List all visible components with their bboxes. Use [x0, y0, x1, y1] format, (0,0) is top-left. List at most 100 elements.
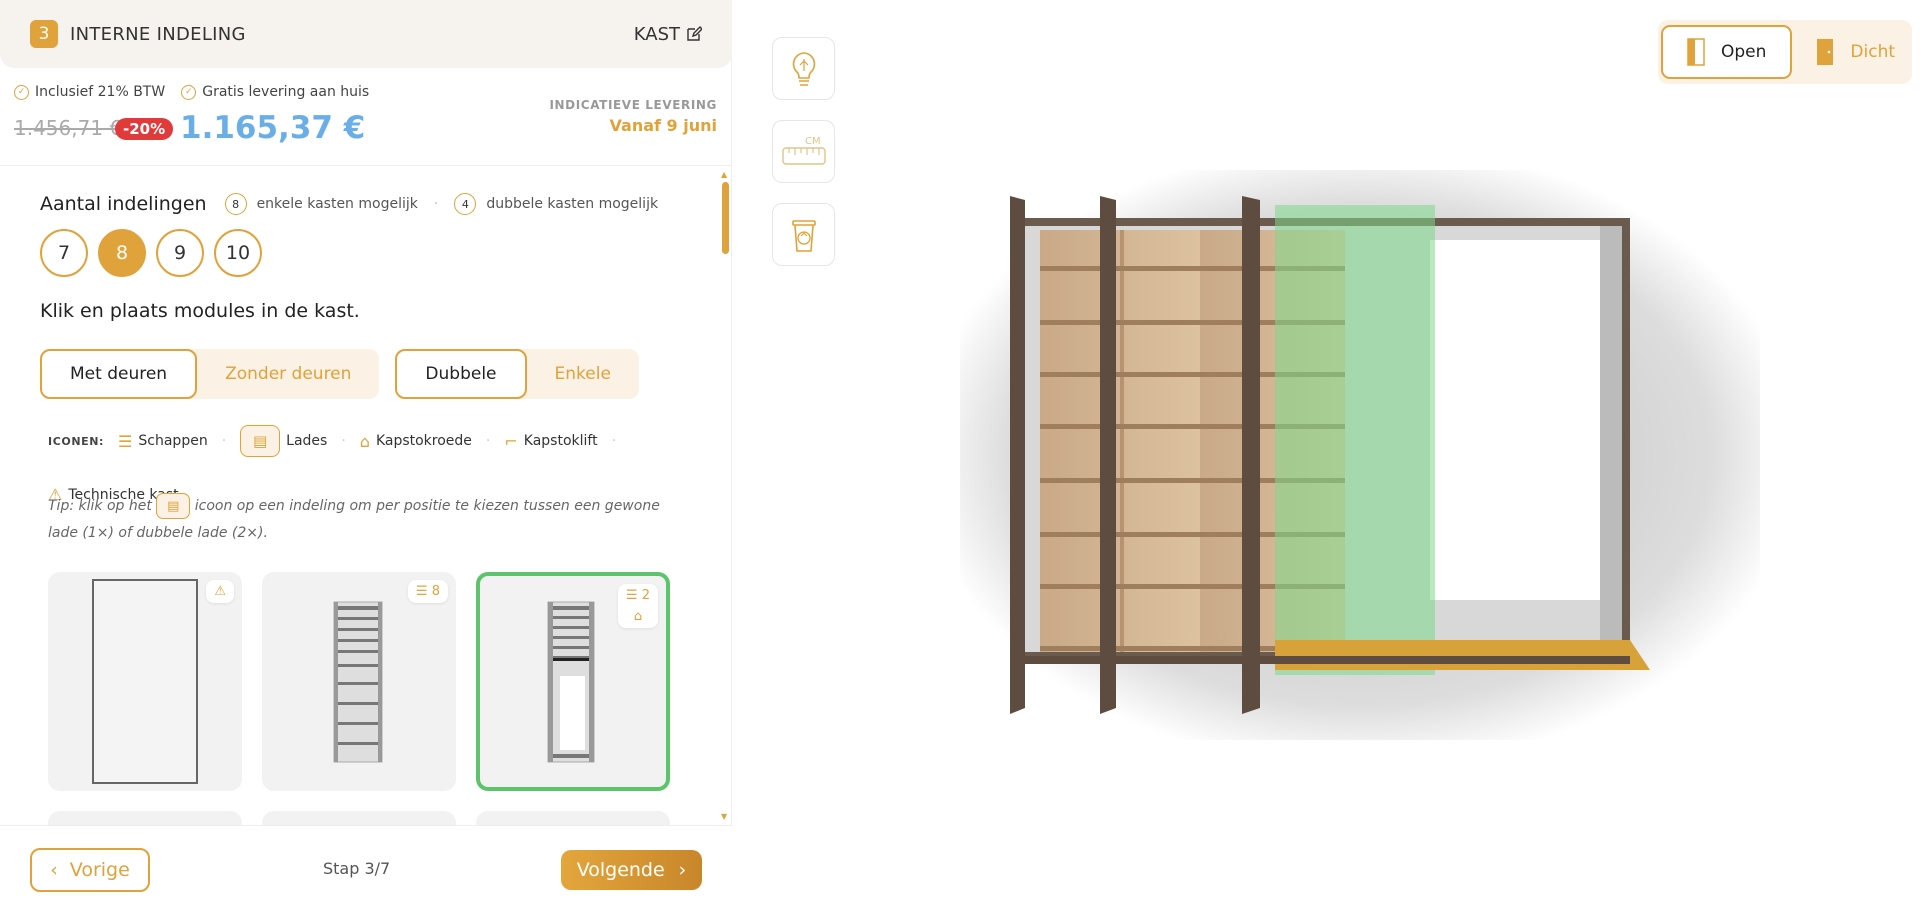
wizard-footer: ‹ Vorige Stap 3/7 Volgende ›: [0, 825, 732, 905]
indelingen-title: Aantal indelingen: [40, 193, 207, 215]
module-toggles: Met deuren Zonder deuren Dubbele Enkele: [40, 349, 639, 399]
shelves-icon: ☰: [118, 431, 133, 451]
single-count-badge: 8: [224, 193, 247, 215]
drawers-icon: ▤: [156, 493, 191, 519]
door-toggle: Met deuren Zonder deuren: [40, 349, 380, 399]
module-card-shelves[interactable]: ☰ 8: [262, 572, 456, 791]
legend-schappen: Schappen: [138, 433, 208, 449]
count-option-8[interactable]: 8: [98, 229, 146, 277]
edit-kast-label: KAST: [633, 23, 680, 45]
module-badge-count: 8: [431, 584, 440, 599]
shelves-icon: ☰: [625, 588, 638, 603]
single-count-text: enkele kasten mogelijk: [256, 196, 418, 212]
module-card[interactable]: [476, 811, 670, 825]
open-label: Open: [1721, 42, 1767, 62]
module-card-technical[interactable]: ⚠: [48, 572, 242, 791]
icon-legend-label: ICONEN:: [48, 434, 105, 448]
step-indicator: Stap 3/7: [323, 859, 391, 878]
next-button[interactable]: Volgende ›: [561, 850, 702, 890]
double-count-badge: 4: [454, 193, 477, 215]
without-doors-button[interactable]: Zonder deuren: [197, 349, 379, 399]
current-price: 1.165,37 €: [180, 110, 366, 146]
with-doors-button[interactable]: Met deuren: [40, 349, 198, 399]
options-scroll-area[interactable]: Aantal indelingen 8 enkele kasten mogeli…: [0, 167, 732, 825]
module-card[interactable]: [48, 811, 242, 825]
double-count-text: dubbele kasten mogelijk: [486, 196, 659, 212]
module-badge: ⚠: [206, 580, 234, 603]
legend-kapstokroede: Kapstokroede: [375, 433, 472, 449]
tip-text: Tip: klik op het ▤ icoon op een indeling…: [48, 493, 678, 547]
legend-kapstoklift: Kapstoklift: [523, 433, 598, 449]
edit-icon: [687, 26, 702, 41]
wardrobe-3d-preview[interactable]: [950, 160, 1770, 750]
step-number-badge: 3: [30, 20, 58, 48]
module-cards: ⚠ ☰ 8 ☰ 2 ⌂: [48, 572, 670, 791]
legend-lades: Lades: [286, 433, 328, 449]
previous-button[interactable]: ‹ Vorige: [30, 848, 150, 892]
old-price: 1.456,71 €: [14, 116, 123, 140]
door-view-toggle: Open Dicht: [1658, 20, 1912, 84]
chevron-right-icon: ›: [678, 859, 687, 881]
count-option-10[interactable]: 10: [214, 229, 262, 277]
edit-kast-button[interactable]: KAST: [634, 24, 702, 45]
incl-btw-text: Inclusief 21% BTW: [35, 84, 166, 100]
module-badge-count: 2: [641, 588, 650, 603]
recycle-bin-button[interactable]: [772, 203, 835, 266]
closed-view-button[interactable]: Dicht: [1792, 25, 1919, 79]
warning-icon: ⚠: [214, 584, 226, 599]
open-view-button[interactable]: Open: [1661, 25, 1793, 79]
free-delivery-text: Gratis levering aan huis: [202, 84, 370, 100]
module-card-shelves-hanger[interactable]: ☰ 2 ⌂: [476, 572, 670, 791]
single-button[interactable]: Enkele: [527, 349, 639, 399]
recycle-bin-icon: [791, 219, 816, 252]
price-bar: ✓ Inclusief 21% BTW ✓ Gratis levering aan …: [0, 68, 732, 166]
drawers-icon: ▤: [240, 425, 281, 457]
delivery-label: INDICATIEVE LEVERING: [549, 98, 717, 112]
module-preview-image: [333, 601, 383, 763]
indelingen-count-options: 7 8 9 10: [40, 229, 262, 277]
separator-dot: ·: [611, 433, 617, 449]
separator-dot: ·: [485, 433, 491, 449]
discount-badge: -20%: [115, 118, 174, 140]
scroll-up-icon[interactable]: ▲: [721, 170, 727, 179]
step-header: 3 INTERNE INDELING KAST: [0, 0, 732, 68]
clothes-lift-icon: ⌐: [504, 431, 518, 451]
tip-part1: Tip: klik op het: [48, 498, 152, 514]
check-icon: ✓: [14, 84, 29, 100]
type-toggle: Dubbele Enkele: [395, 349, 639, 399]
viewer-tools: CM: [772, 37, 835, 266]
scrollbar-thumb[interactable]: [722, 182, 729, 254]
door-closed-icon: [1817, 39, 1834, 65]
shelves-icon: ☰: [415, 584, 428, 599]
configurator-panel: 3 INTERNE INDELING KAST ✓ Inclusief 21% B…: [0, 0, 732, 905]
count-option-7[interactable]: 7: [40, 229, 88, 277]
module-card[interactable]: [262, 811, 456, 825]
separator-dot: ·: [341, 433, 346, 449]
delivery-date: Vanaf 9 juni: [609, 116, 717, 135]
separator-dot: ·: [221, 433, 227, 449]
scroll-down-icon[interactable]: ▼: [721, 812, 727, 821]
hanger-icon: ⌂: [633, 609, 643, 624]
lightbulb-tool-button[interactable]: [772, 37, 835, 100]
lightbulb-icon: [792, 51, 815, 86]
measure-tool-button[interactable]: CM: [772, 120, 835, 183]
instruction-text: Klik en plaats modules in de kast.: [40, 300, 360, 322]
module-preview-image: [92, 579, 198, 784]
tape-measure-icon: CM: [781, 136, 826, 165]
count-option-9[interactable]: 9: [156, 229, 204, 277]
previous-label: Vorige: [69, 859, 130, 881]
chevron-left-icon: ‹: [50, 859, 58, 881]
separator-dot: ·: [433, 196, 439, 212]
cm-text: CM: [805, 136, 821, 147]
step-title: INTERNE INDELING: [70, 23, 246, 45]
module-cards-row-2: [48, 811, 670, 825]
door-open-icon: [1687, 38, 1705, 66]
check-icon: ✓: [181, 84, 197, 100]
module-badge: ☰ 8: [407, 580, 448, 603]
module-badge: ☰ 2 ⌂: [617, 584, 658, 628]
double-button[interactable]: Dubbele: [395, 349, 527, 399]
indelingen-row: Aantal indelingen 8 enkele kasten mogeli…: [40, 193, 658, 215]
hanger-icon: ⌂: [359, 431, 370, 451]
next-label: Volgende: [576, 859, 665, 881]
closed-label: Dicht: [1850, 42, 1896, 62]
